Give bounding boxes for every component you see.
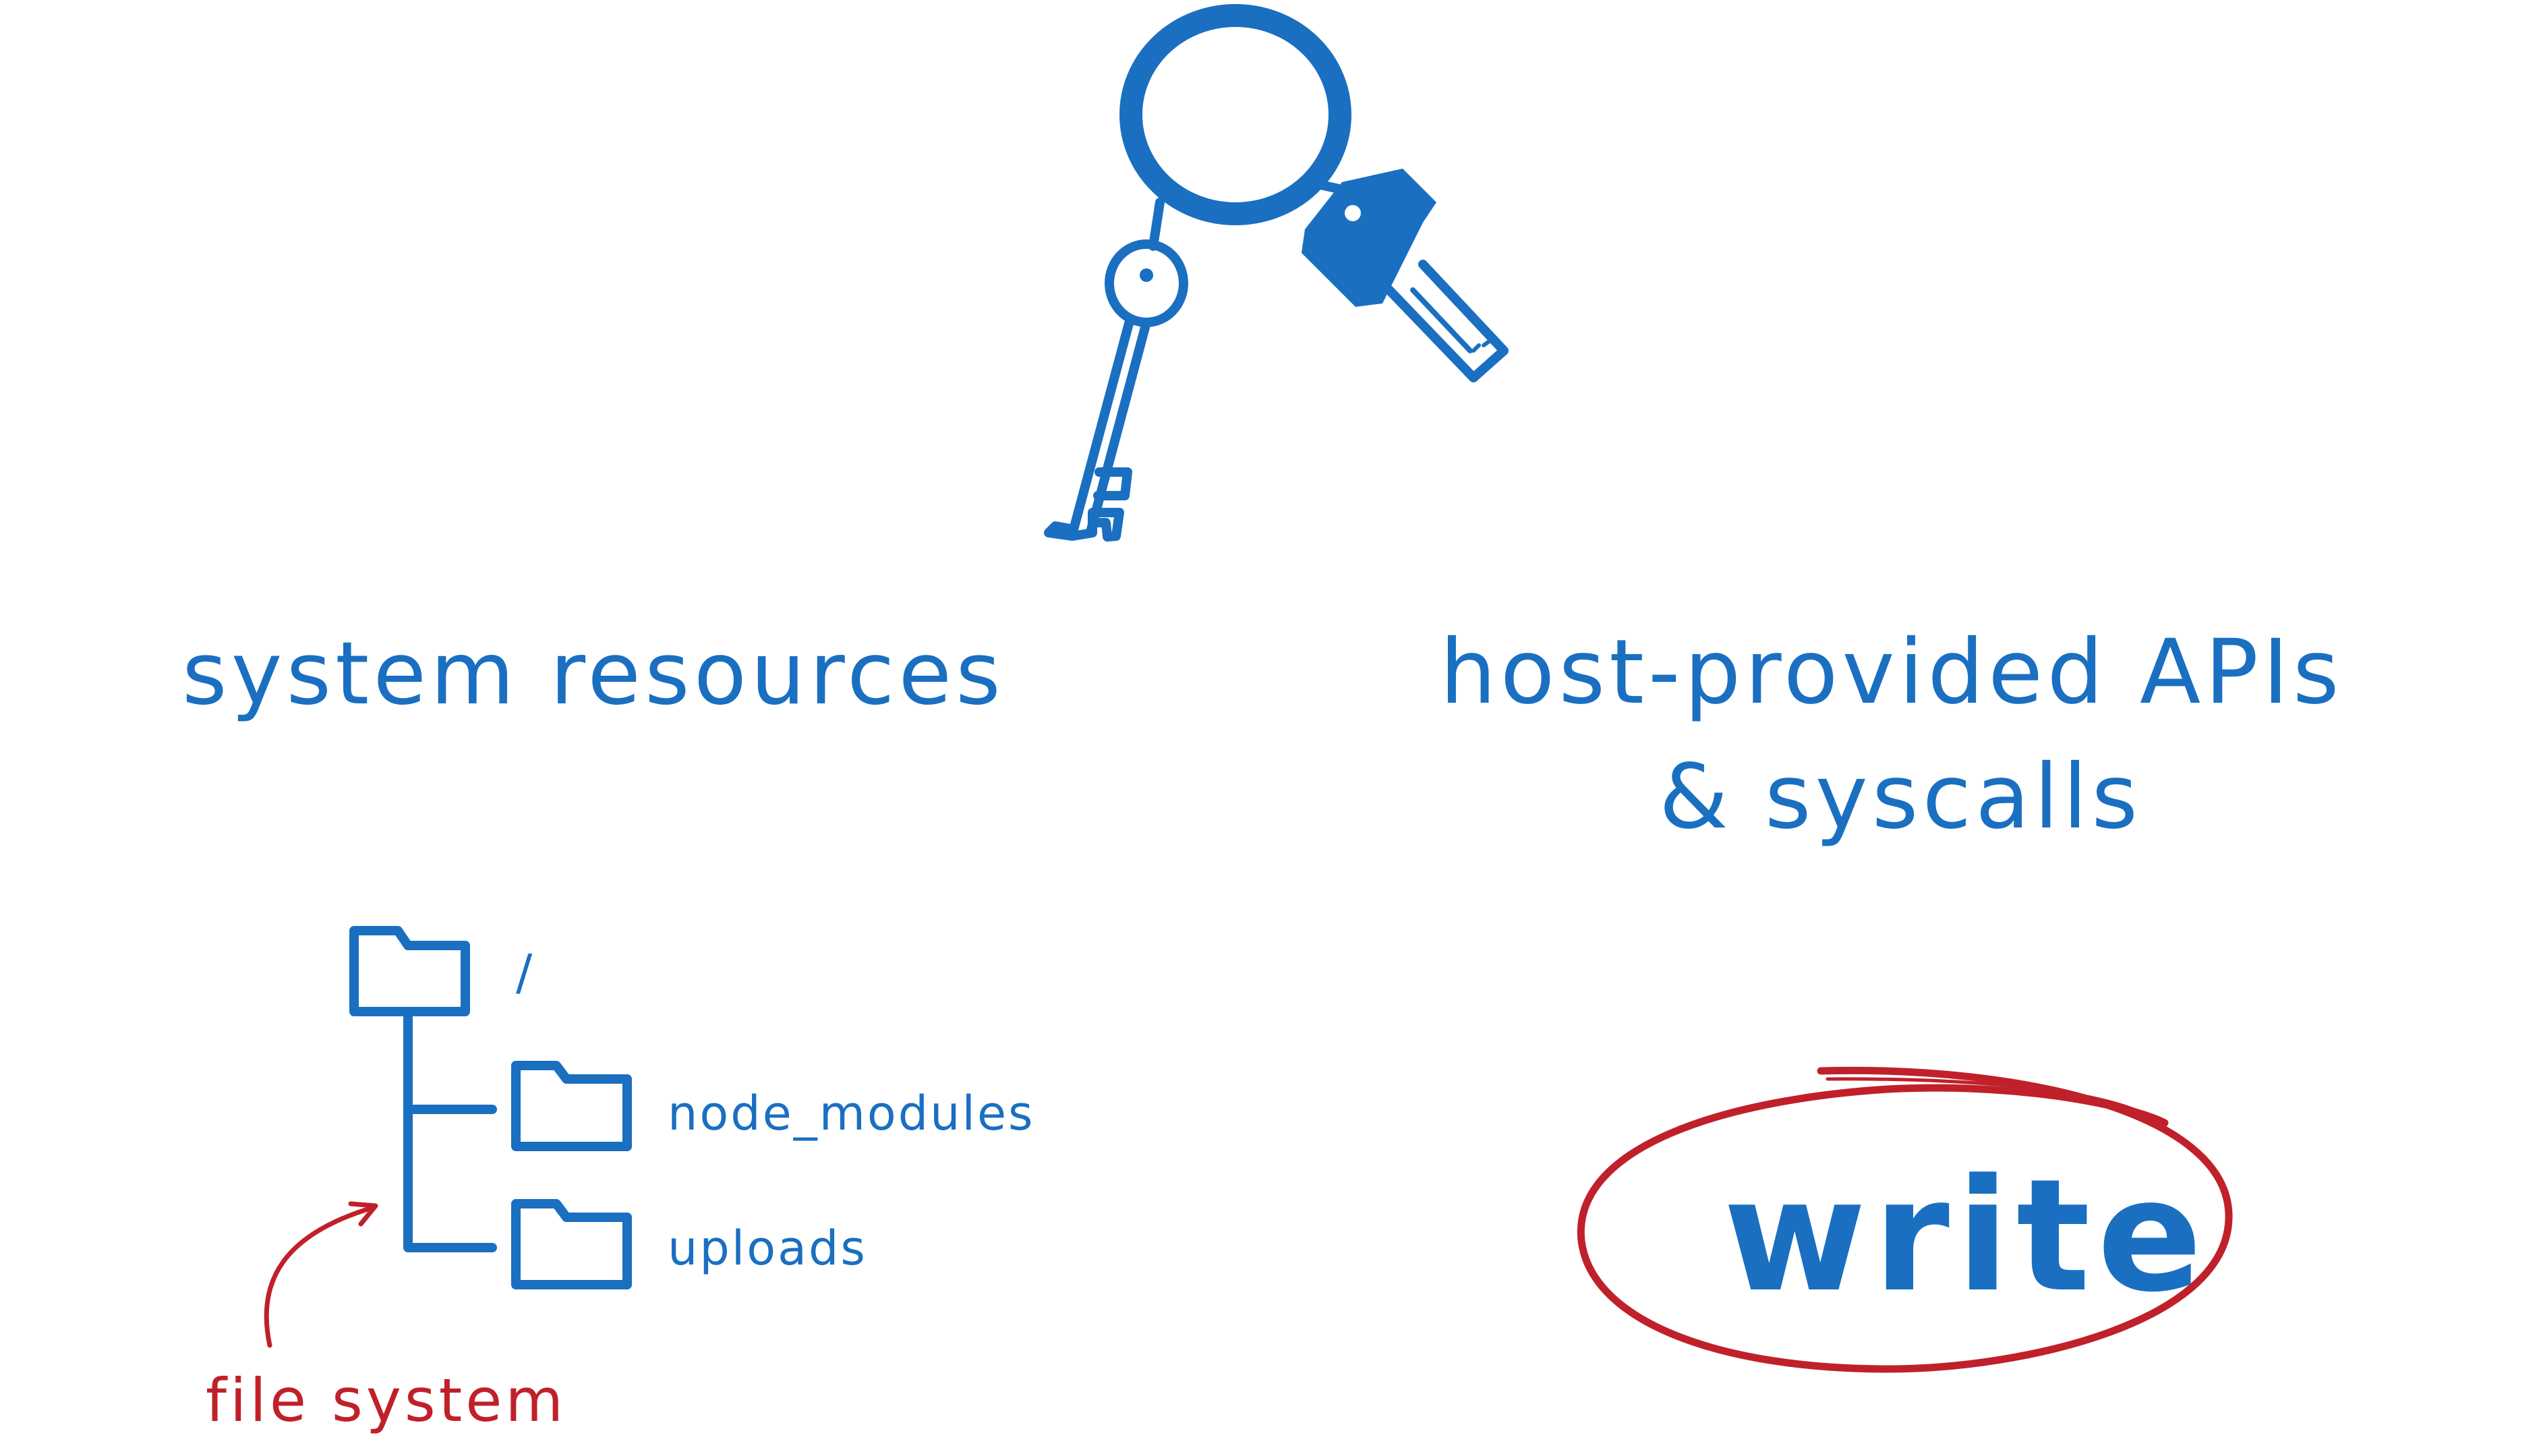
uploads-label: uploads bbox=[668, 1221, 867, 1276]
node-modules-label: node_modules bbox=[668, 1086, 1035, 1141]
root-folder-label: / bbox=[516, 944, 537, 1001]
folder-icon bbox=[511, 1199, 632, 1289]
host-apis-heading-line2: & syscalls bbox=[1659, 745, 2142, 849]
system-resources-heading: system resources bbox=[182, 624, 1005, 724]
folder-icon bbox=[349, 926, 470, 1016]
host-apis-heading-line1: host-provided APIs bbox=[1440, 620, 2343, 724]
file-system-annotation: file system bbox=[206, 1366, 567, 1435]
diagram-canvas: system resources / node_modules uploads … bbox=[0, 0, 2539, 1456]
folder-icon bbox=[511, 1061, 632, 1151]
curved-arrow-icon bbox=[264, 1201, 378, 1348]
write-highlight: write bbox=[1723, 1146, 2209, 1327]
